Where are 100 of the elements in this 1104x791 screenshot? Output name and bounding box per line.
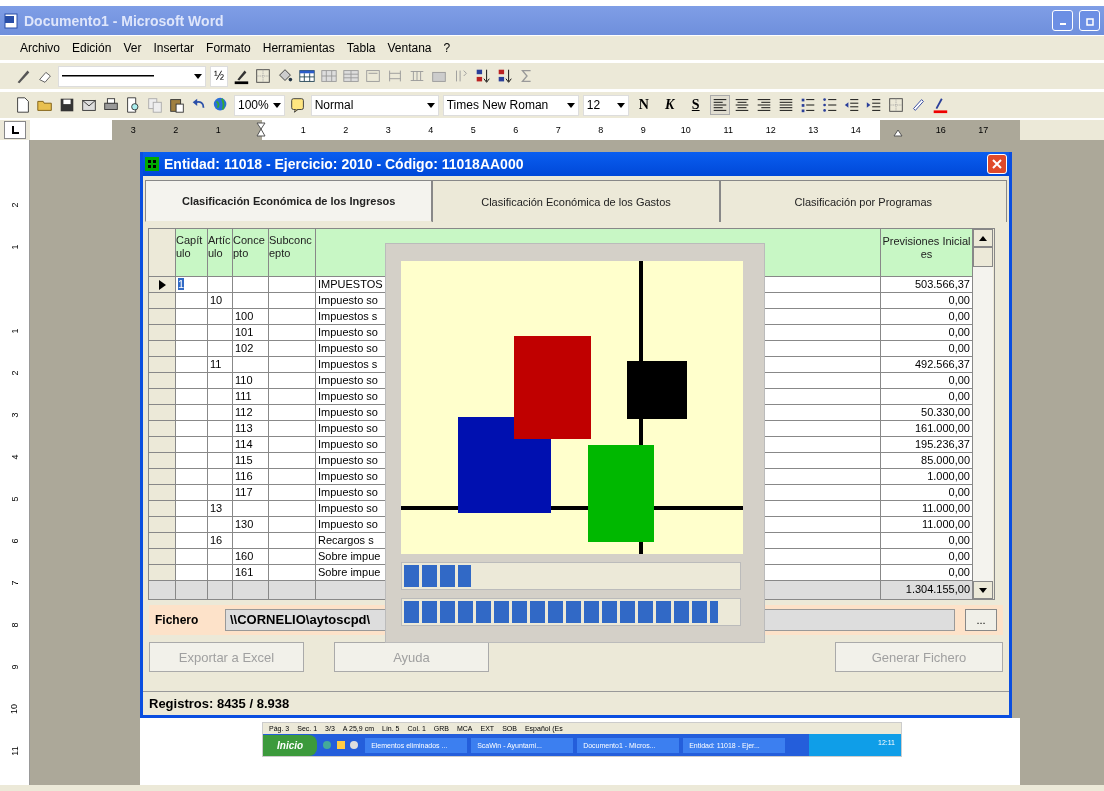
table-cell (176, 517, 208, 533)
table-cell: 0,00 (881, 373, 973, 389)
table-cell: 117 (233, 485, 269, 501)
tab-selector[interactable] (4, 121, 26, 139)
sort-ascending-icon[interactable] (474, 67, 492, 85)
column-header[interactable]: Concepto (233, 229, 269, 277)
table-cell: 0,00 (881, 533, 973, 549)
ruler-number: 14 (849, 125, 862, 135)
table-cell (176, 357, 208, 373)
copy-icon (146, 96, 164, 114)
ruler-number: 12 (764, 125, 777, 135)
table-cell (269, 437, 316, 453)
vertical-scrollbar[interactable] (973, 229, 993, 599)
table-cell (176, 325, 208, 341)
table-cell (269, 469, 316, 485)
scroll-thumb[interactable] (973, 247, 993, 267)
bold-button[interactable]: N (632, 95, 655, 115)
italic-button[interactable]: K (658, 95, 681, 115)
table-cell (176, 501, 208, 517)
font-dropdown[interactable]: Times New Roman (442, 94, 579, 116)
table-cell: 130 (233, 517, 269, 533)
underline-button[interactable]: S (684, 95, 707, 115)
restore-button[interactable] (1079, 10, 1100, 31)
table-cell (233, 501, 269, 517)
table-cell (269, 485, 316, 501)
paste-icon[interactable] (168, 96, 186, 114)
browse-button[interactable]: ... (965, 609, 997, 631)
new-document-icon[interactable] (14, 96, 32, 114)
ruler-number: 8 (597, 125, 605, 135)
tab[interactable]: Clasificación Económica de los Gastos (432, 180, 720, 222)
borders-icon[interactable] (254, 67, 272, 85)
caret-icon (194, 73, 202, 79)
print-preview-icon[interactable] (124, 96, 142, 114)
table-cell (269, 453, 316, 469)
sort-descending-icon[interactable] (496, 67, 514, 85)
menu-item[interactable]: ? (443, 41, 451, 55)
table-cell: 160 (233, 549, 269, 565)
menu-item[interactable]: Formato (206, 41, 251, 55)
menu-item[interactable]: Insertar (153, 41, 195, 55)
column-header[interactable]: Capítulo (176, 229, 208, 277)
tab[interactable]: Clasificación Económica de los Ingresos (145, 180, 433, 222)
table-cell: 195.236,37 (881, 437, 973, 453)
table-cell (208, 325, 233, 341)
table-cell: 50.330,00 (881, 405, 973, 421)
menu-item[interactable]: Ventana (387, 41, 432, 55)
total-cell: 1.304.155,00 (881, 581, 973, 599)
row-selector[interactable] (149, 277, 176, 293)
table-cell: 0,00 (881, 293, 973, 309)
table-cell (176, 437, 208, 453)
align-left-icon[interactable] (710, 96, 729, 114)
table-cell: 11.000,00 (881, 501, 973, 517)
style-dropdown[interactable]: Normal (310, 94, 439, 116)
table-cell (269, 373, 316, 389)
table-cell: 0,00 (881, 565, 973, 581)
table-cell (208, 549, 233, 565)
ruler-number: 10 (9, 704, 20, 714)
line-weight-dropdown[interactable]: ½ (210, 65, 228, 87)
indent-marker-icon[interactable] (255, 122, 266, 138)
minimize-button[interactable] (1052, 10, 1073, 31)
table-cell: 0,00 (881, 341, 973, 357)
help-icon[interactable] (288, 96, 307, 114)
borders-icon[interactable] (886, 96, 905, 114)
table-cell (176, 389, 208, 405)
save-icon[interactable] (58, 96, 76, 114)
menu-item[interactable]: Herramientas (262, 41, 335, 55)
zoom-dropdown[interactable]: 100% (234, 94, 285, 116)
table-cell: 503.566,37 (881, 277, 973, 293)
decrease-indent-icon[interactable] (842, 96, 861, 114)
table-cell: 85.000,00 (881, 453, 973, 469)
menu-item[interactable]: Archivo (20, 41, 60, 55)
menu-item[interactable]: Ver (123, 41, 142, 55)
close-button[interactable] (987, 154, 1007, 174)
column-header[interactable]: Previsiones Iniciales (881, 229, 973, 277)
column-header[interactable]: Subconcepto (269, 229, 316, 277)
start-button[interactable]: Inicio (263, 734, 318, 756)
line-style-dropdown[interactable] (58, 65, 206, 87)
table-cell (233, 533, 269, 549)
font-size-dropdown[interactable]: 12 (582, 94, 629, 116)
scroll-up-button[interactable] (973, 229, 993, 247)
bullet-list-icon[interactable] (820, 96, 839, 114)
column-header[interactable]: Artículo (208, 229, 233, 277)
table-cell (269, 309, 316, 325)
table-icon[interactable] (298, 67, 316, 85)
ruler-number: 1 (9, 244, 20, 250)
ruler-number: 5 (469, 125, 477, 135)
menu-item[interactable]: Edición (72, 41, 112, 55)
menu-item[interactable]: Tabla (346, 41, 376, 55)
arrow-down-icon (979, 587, 987, 593)
table-cell: 116 (233, 469, 269, 485)
ruler-number: 4 (9, 454, 20, 460)
scroll-down-button[interactable] (973, 581, 993, 599)
window-title: Entidad: 11018 - Ejercicio: 2010 - Código: 11018AA000 (164, 156, 524, 172)
table-cell (269, 277, 316, 293)
ruler-number: 13 (807, 125, 820, 135)
table-cell (269, 501, 316, 517)
increase-indent-icon[interactable] (864, 96, 883, 114)
table-cell: 1 (176, 277, 208, 293)
table-cell: 11 (208, 357, 233, 373)
table-cell: 115 (233, 453, 269, 469)
tab[interactable]: Clasificación por Programas (719, 180, 1007, 222)
